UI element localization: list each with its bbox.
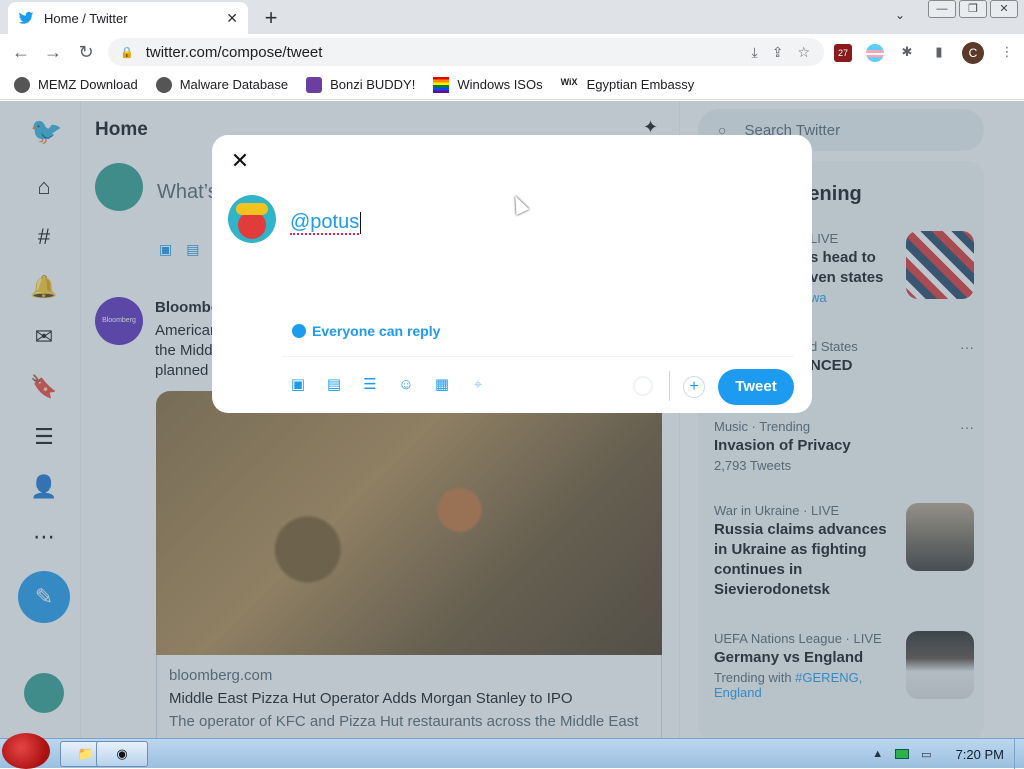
tray-arrow-icon[interactable]: ▲ xyxy=(872,748,883,760)
divider xyxy=(282,356,794,357)
bonzi-icon xyxy=(306,76,323,93)
emoji-icon[interactable]: ☺ xyxy=(396,375,416,395)
share-icon[interactable]: ⇪ xyxy=(772,44,784,61)
globe-icon xyxy=(14,76,30,93)
avatar xyxy=(228,195,276,243)
bookmark-bonzi[interactable]: Bonzi BUDDY! xyxy=(306,76,415,93)
url-text: twitter.com/compose/tweet xyxy=(145,43,323,61)
poll-icon[interactable]: ☰ xyxy=(360,375,380,395)
restore-button[interactable]: ❐ xyxy=(959,0,987,18)
side-panel-icon[interactable]: ▮ xyxy=(930,44,948,62)
profile-avatar[interactable]: C xyxy=(962,42,984,64)
clock[interactable]: 7:20 PM xyxy=(956,747,1004,762)
new-tab-button[interactable]: + xyxy=(260,5,282,31)
tab-strip: Home / Twitter ✕ + ⌄ — ❐ ✕ xyxy=(0,0,1024,34)
bookmark-star-icon[interactable]: ☆ xyxy=(797,44,810,61)
trans-flag-extension-icon[interactable] xyxy=(866,44,884,62)
bookmark-egyptian-embassy[interactable]: WiX Egyptian Embassy xyxy=(561,77,695,93)
tab-title: Home / Twitter xyxy=(44,10,128,26)
reload-icon[interactable]: ↻ xyxy=(75,42,97,63)
install-icon[interactable]: ⤓ xyxy=(752,44,758,61)
back-arrow-icon[interactable]: ← xyxy=(10,42,32,63)
compose-tweet-modal: ✕ @potus Everyone can reply ▣ ▤ ☰ ☺ ▦ ⌖ … xyxy=(212,135,812,413)
tab-close-icon[interactable]: ✕ xyxy=(226,10,238,27)
tab-search-chevron-icon[interactable]: ⌄ xyxy=(895,8,905,22)
tweet-text-input[interactable]: @potus xyxy=(290,211,362,235)
close-icon[interactable]: ✕ xyxy=(228,149,252,173)
extension-badge-icon[interactable]: 27 xyxy=(834,44,852,62)
reply-setting-button[interactable]: Everyone can reply xyxy=(292,323,440,339)
location-pin-icon[interactable]: ⌖ xyxy=(468,375,488,395)
compose-toolbar: ▣ ▤ ☰ ☺ ▦ ⌖ xyxy=(288,375,488,395)
wix-icon: WiX xyxy=(560,76,578,87)
globe-icon xyxy=(292,324,306,338)
show-desktop-button[interactable] xyxy=(1014,739,1024,769)
window-controls: — ❐ ✕ xyxy=(925,0,1018,18)
system-tray: ▲ ▭ 7:20 PM xyxy=(872,739,1024,769)
menu-kebab-icon[interactable]: ⋮ xyxy=(998,44,1016,62)
twitter-bird-icon xyxy=(18,11,34,24)
network-icon[interactable]: ▭ xyxy=(921,748,931,761)
globe-icon xyxy=(155,76,172,93)
bookmark-malware-db[interactable]: Malware Database xyxy=(155,76,288,93)
character-counter xyxy=(633,376,653,396)
divider xyxy=(669,371,670,401)
chrome-taskbar-button[interactable]: ◉ xyxy=(96,741,148,767)
lock-icon: 🔒 xyxy=(120,46,134,59)
forward-arrow-icon[interactable]: → xyxy=(42,42,64,63)
minimize-button[interactable]: — xyxy=(928,0,956,18)
schedule-icon[interactable]: ▦ xyxy=(432,375,452,395)
address-bar[interactable]: 🔒 twitter.com/compose/tweet ⤓ ⇪ ☆ xyxy=(108,38,824,66)
browser-toolbar: ← → ↻ 🔒 twitter.com/compose/tweet ⤓ ⇪ ☆ … xyxy=(0,34,1024,70)
start-button-angry-bird-icon[interactable] xyxy=(2,733,50,769)
bookmark-windows-isos[interactable]: Windows ISOs xyxy=(433,76,543,93)
puzzle-extensions-icon[interactable]: ✱ xyxy=(898,44,916,62)
battery-icon[interactable] xyxy=(895,749,910,759)
tab-home-twitter[interactable]: Home / Twitter ✕ xyxy=(8,2,248,34)
tweet-button[interactable]: Tweet xyxy=(718,369,794,405)
add-tweet-button[interactable]: + xyxy=(683,376,705,398)
media-image-icon[interactable]: ▣ xyxy=(288,375,308,395)
close-window-button[interactable]: ✕ xyxy=(990,0,1018,18)
gif-icon[interactable]: ▤ xyxy=(324,375,344,395)
bookmark-memz[interactable]: MEMZ Download xyxy=(14,76,138,93)
taskbar: 📁 ◉ ▲ ▭ 7:20 PM xyxy=(0,733,1024,769)
bookmarks-bar: MEMZ Download Malware Database Bonzi BUD… xyxy=(0,70,1024,100)
windows-flag-icon xyxy=(433,76,450,93)
